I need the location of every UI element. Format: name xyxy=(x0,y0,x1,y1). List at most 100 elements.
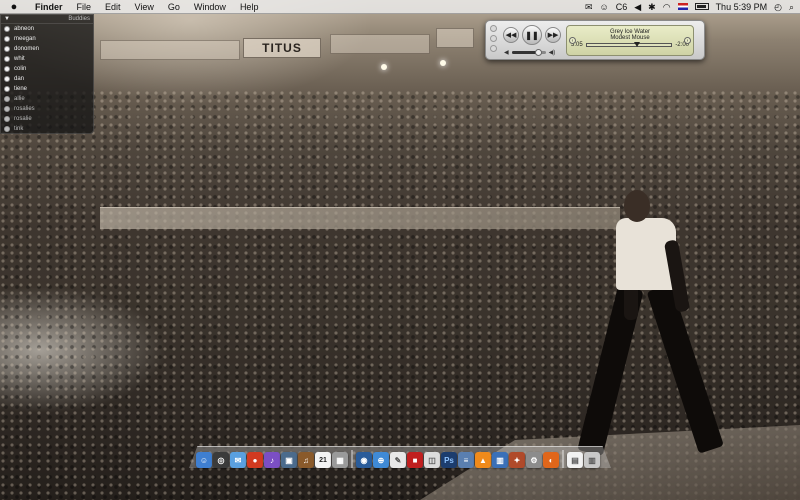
safari-icon[interactable]: ⊕ xyxy=(373,452,389,468)
buddy-list-item[interactable]: donomen xyxy=(1,44,93,54)
status-dot-icon xyxy=(4,126,10,132)
buddy-name: donomen xyxy=(14,46,40,52)
buddy-name: whit xyxy=(14,56,25,62)
volume-knob[interactable] xyxy=(534,49,542,56)
disclosure-triangle-icon[interactable]: ▼ xyxy=(4,16,10,22)
firefox-icon[interactable]: ◐ xyxy=(543,452,559,468)
status-dot-icon xyxy=(4,116,10,122)
menu-window[interactable]: Window xyxy=(187,2,233,12)
minimize-button[interactable] xyxy=(490,35,497,42)
input-language-flag-icon[interactable] xyxy=(677,3,688,10)
buddy-list-item[interactable]: abneon xyxy=(1,24,93,34)
buddy-list-item[interactable]: allie xyxy=(1,94,93,104)
menu-finder[interactable]: Finder xyxy=(28,2,70,12)
itunes-mini-player: ◀◀ ❚❚ ▶▶ ◀ ◀) Grey Ice Water Modest Mous… xyxy=(485,20,705,60)
menu-extras: ✉ ☺ C6 ◀ ✱ ◠ Thu 5:39 PM ◴ ⌕ xyxy=(585,1,800,13)
battery-icon[interactable] xyxy=(694,3,709,10)
pause-button[interactable]: ❚❚ xyxy=(522,25,542,45)
performer-head xyxy=(624,190,650,222)
ichat-icon[interactable]: ✉ xyxy=(230,452,246,468)
status-dot-icon xyxy=(4,56,10,62)
system-preferences-icon[interactable]: ⚙ xyxy=(526,452,542,468)
photoshop-icon[interactable]: Ps xyxy=(441,452,457,468)
buddy-list-item[interactable]: tink xyxy=(1,124,93,134)
now-playing-display: Grey Ice Water Modest Mouse 3:05 -2:00 ‹… xyxy=(566,25,694,56)
previous-track-button[interactable]: ◀◀ xyxy=(503,27,519,43)
wallpaper-banner xyxy=(436,28,474,48)
script-icon[interactable]: ≡ xyxy=(458,452,474,468)
calculator-icon[interactable]: ▦ xyxy=(332,452,348,468)
next-track-button[interactable]: ▶▶ xyxy=(545,27,561,43)
dock-separator xyxy=(562,450,564,468)
bluetooth-icon[interactable]: ✱ xyxy=(648,1,656,13)
zoom-button[interactable] xyxy=(490,45,497,52)
buddy-list-item[interactable]: rosalie xyxy=(1,114,93,124)
vlc-icon[interactable]: ▲ xyxy=(475,452,491,468)
document-icon[interactable]: ▤ xyxy=(567,452,583,468)
buddy-list-header[interactable]: ▼ Buddies xyxy=(1,15,93,24)
progress-bar[interactable] xyxy=(585,42,673,47)
wallpaper-banner-titus: TITUS xyxy=(243,38,321,58)
itunes-icon[interactable]: ♪ xyxy=(264,452,280,468)
mail-icon[interactable]: ✉ xyxy=(585,1,593,13)
lcd-right-button[interactable]: › xyxy=(684,37,691,44)
menu-edit[interactable]: Edit xyxy=(98,2,128,12)
dock-separator xyxy=(351,450,353,468)
menu-view[interactable]: View xyxy=(128,2,161,12)
menu-help[interactable]: Help xyxy=(233,2,266,12)
buddy-list-window: ▼ Buddies abneon meegan donomen whit colin da… xyxy=(0,14,94,134)
buddy-name: allie xyxy=(14,96,25,102)
tools-icon[interactable]: ✦ xyxy=(509,452,525,468)
finder-icon[interactable]: ☺ xyxy=(196,452,212,468)
wifi-icon[interactable]: ◠ xyxy=(663,1,671,13)
time-machine-icon[interactable]: ◴ xyxy=(774,1,782,13)
window-controls xyxy=(490,25,497,52)
trash-icon[interactable]: ▥ xyxy=(584,452,600,468)
menu-bar: ● Finder File Edit View Go Window Help ✉… xyxy=(0,0,800,14)
dashboard-icon[interactable]: ◎ xyxy=(213,452,229,468)
status-dot-icon xyxy=(4,76,10,82)
buddy-list-item[interactable]: whit xyxy=(1,54,93,64)
volume-high-icon: ◀) xyxy=(548,50,556,56)
buddy-list: abneon meegan donomen whit colin dan tiene alli… xyxy=(1,24,93,134)
iphoto-icon[interactable]: ▣ xyxy=(281,452,297,468)
volume-control: ◀ ◀) xyxy=(504,49,555,56)
adium-icon[interactable]: ☺ xyxy=(600,1,609,13)
buddy-name: colin xyxy=(14,66,27,72)
buddy-name: meegan xyxy=(14,36,36,42)
spotlight-search-icon[interactable]: ⌕ xyxy=(789,1,794,13)
volume-icon[interactable]: ◀ xyxy=(634,1,641,13)
menu-go[interactable]: Go xyxy=(161,2,187,12)
buddy-list-item[interactable]: dan xyxy=(1,74,93,84)
calendar-icon[interactable]: 21 xyxy=(315,452,331,468)
clock[interactable]: Thu 5:39 PM xyxy=(716,1,768,13)
menu-file[interactable]: File xyxy=(70,2,99,12)
stage-light xyxy=(440,60,446,66)
apple-menu-icon[interactable]: ● xyxy=(0,1,28,13)
buddy-list-item[interactable]: rosalies xyxy=(1,104,93,114)
buddy-name: rosalies xyxy=(14,106,35,112)
battery-status-text[interactable]: C6 xyxy=(616,1,628,13)
close-button[interactable] xyxy=(490,25,497,32)
volume-slider[interactable] xyxy=(511,49,546,56)
buddy-list-item[interactable]: tiene xyxy=(1,84,93,94)
playhead[interactable] xyxy=(634,42,641,47)
tomato-app-icon[interactable]: ● xyxy=(247,452,263,468)
chart-app-icon[interactable]: ▥ xyxy=(492,452,508,468)
buddy-list-item[interactable]: meegan xyxy=(1,34,93,44)
preview-icon[interactable]: ◫ xyxy=(424,452,440,468)
lcd-left-button[interactable]: ‹ xyxy=(569,37,576,44)
textedit-icon[interactable]: ✎ xyxy=(390,452,406,468)
status-dot-icon xyxy=(4,26,10,32)
globe-icon[interactable]: ◉ xyxy=(356,452,372,468)
buddy-name: tiene xyxy=(14,86,28,92)
garageband-icon[interactable]: ♫ xyxy=(298,452,314,468)
status-dot-icon xyxy=(4,96,10,102)
buddy-list-item[interactable]: colin xyxy=(1,64,93,74)
volume-low-icon: ◀ xyxy=(504,50,509,56)
arena-ad-strip xyxy=(100,207,620,229)
wallpaper-banner xyxy=(100,40,240,60)
performer xyxy=(577,190,724,480)
dock-icons: ☺ ◎ ✉ ● ♪ ▣ ♫ 21 ▦ ◉ ⊕ ✎ ■ ◫ Ps ≡ ▲ ▥ ✦ ⚙ ◐ ▤ ▥ xyxy=(196,448,606,468)
red-app-icon[interactable]: ■ xyxy=(407,452,423,468)
